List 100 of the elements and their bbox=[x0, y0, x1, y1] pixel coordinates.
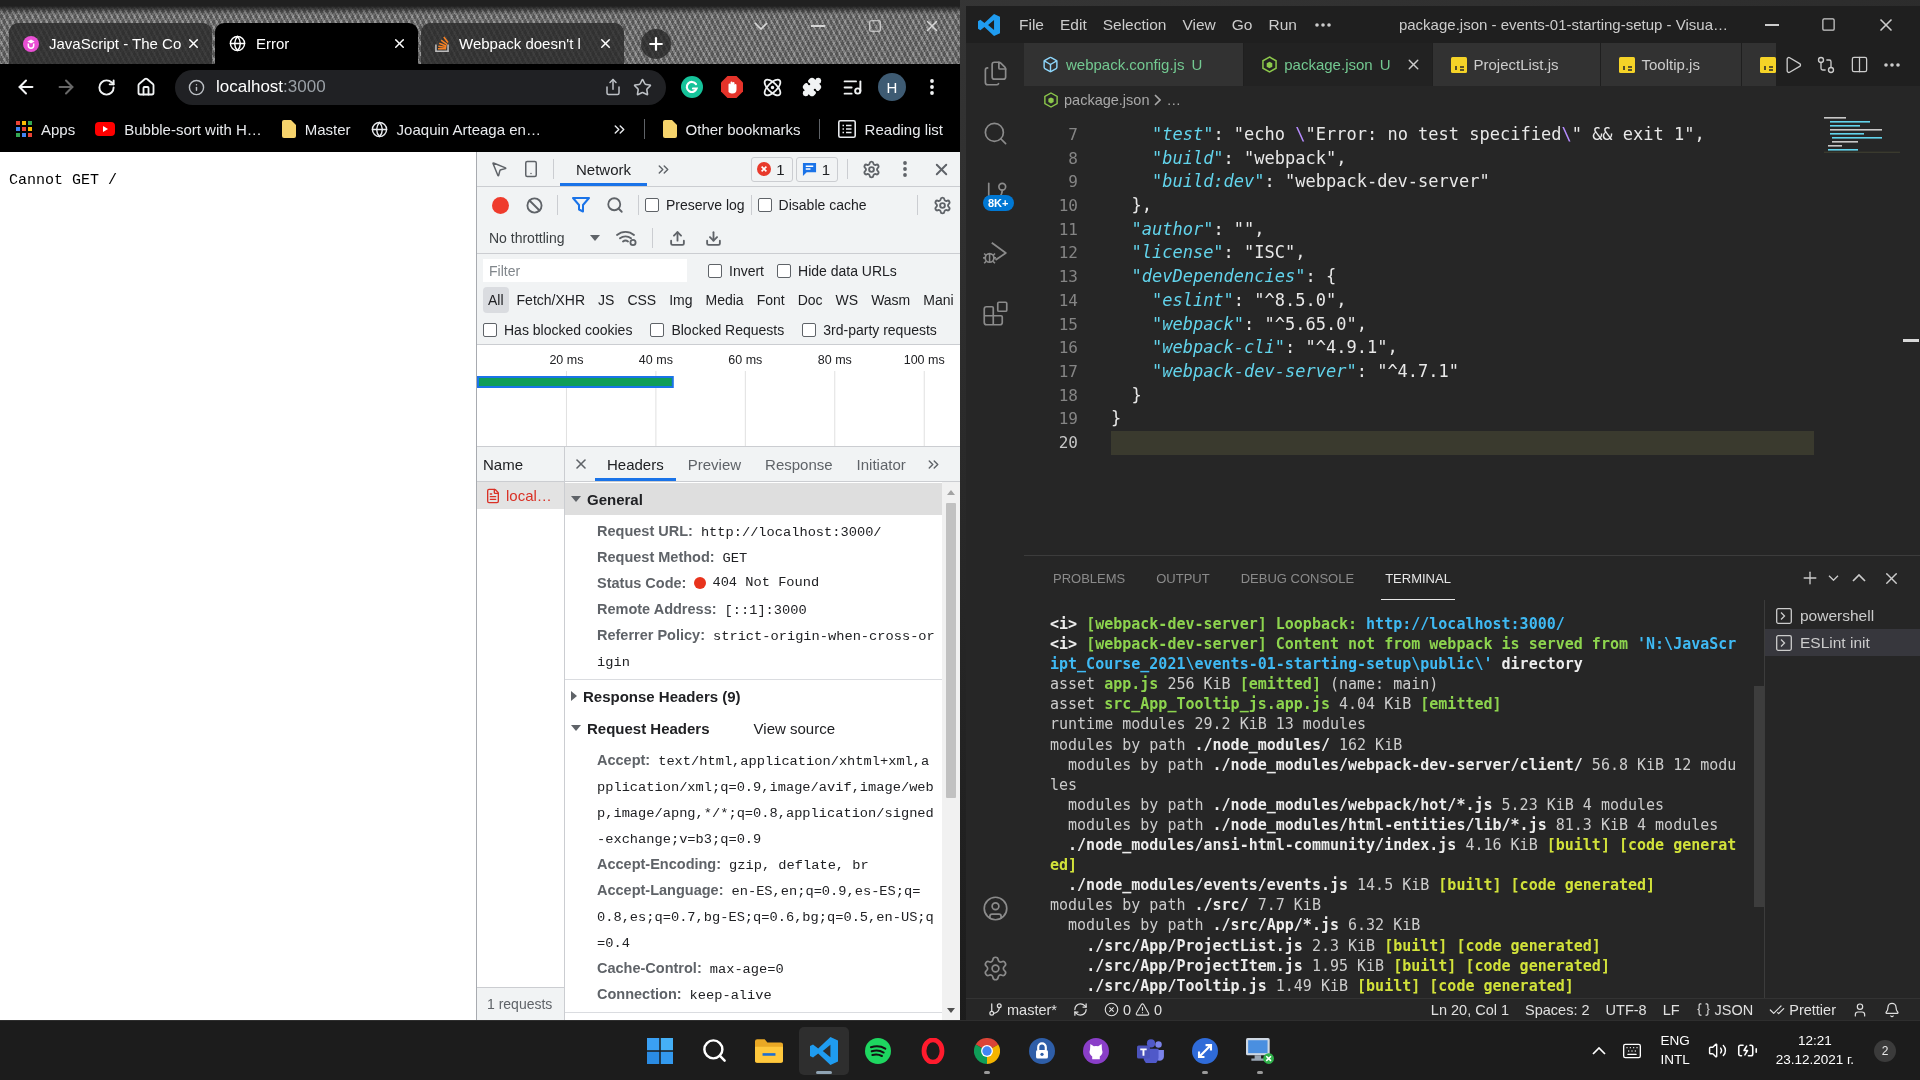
file-icon bbox=[1618, 56, 1635, 73]
bookmark[interactable]: Master bbox=[273, 114, 359, 144]
editor-tab[interactable] bbox=[1741, 43, 1777, 86]
status-item[interactable]: Ln 20, Col 1 bbox=[1422, 999, 1518, 1020]
type-filter[interactable]: Media bbox=[700, 287, 749, 313]
type-filter[interactable]: CSS bbox=[622, 287, 662, 313]
panel-tab[interactable]: TERMINAL bbox=[1381, 556, 1455, 600]
status-item[interactable]: LF bbox=[1654, 999, 1688, 1020]
view-source-link[interactable]: View source bbox=[753, 719, 835, 737]
pointer-icon bbox=[490, 160, 508, 178]
detail-tab[interactable]: Initiator bbox=[844, 447, 918, 481]
panel-tab[interactable]: OUTPUT bbox=[1152, 556, 1214, 600]
terminal-line: ./node_modules/events/events.js 14.5 KiB [built] [code generated] bbox=[1068, 875, 1656, 896]
type-filter[interactable]: Mani bbox=[918, 287, 959, 313]
terminal-line: asset src_App_Tooltip_js.app.js 4.04 KiB [emitted] bbox=[1050, 694, 1502, 715]
terminal-line: modules by path ./src/ 7.7 KiB bbox=[1050, 895, 1321, 916]
type-filter[interactable]: All bbox=[483, 287, 509, 313]
menu-item[interactable]: Edit bbox=[1052, 9, 1095, 40]
activity-button[interactable]: 8K+ bbox=[966, 163, 1024, 223]
code-line: "build:dev": "webpack-dev-server" bbox=[1151, 170, 1490, 194]
status-item[interactable]: Spaces: 2 bbox=[1517, 999, 1598, 1020]
breadcrumb-item[interactable]: package.json bbox=[1044, 91, 1150, 108]
clock[interactable]: 12:21 23.12.2021 г. bbox=[1767, 1028, 1862, 1073]
checkbox[interactable] bbox=[757, 198, 772, 212]
menu-item[interactable]: File bbox=[1011, 9, 1052, 40]
scrollbar[interactable] bbox=[942, 482, 960, 1020]
checkbox-label[interactable]: Disable cache bbox=[778, 197, 867, 213]
type-filter[interactable]: WS bbox=[830, 287, 864, 313]
shell-session-item[interactable]: powershell bbox=[1765, 602, 1920, 629]
notification-badge[interactable]: 2 bbox=[1874, 1039, 1896, 1062]
messages-button[interactable]: 1 bbox=[795, 156, 838, 182]
browser-tab[interactable]: Error bbox=[215, 23, 418, 64]
address-bar[interactable]: localhost:3000 bbox=[175, 69, 666, 105]
status-item[interactable]: UTF-8 bbox=[1597, 999, 1655, 1020]
prompt-box-icon bbox=[1776, 634, 1792, 651]
browser-tab[interactable]: JavaScript - The Co bbox=[9, 23, 212, 64]
terminal-line: ed] bbox=[1050, 855, 1078, 876]
checkbox-label[interactable]: Invert bbox=[729, 262, 764, 279]
checkbox-label[interactable]: Preserve log bbox=[666, 197, 745, 213]
type-filter[interactable]: Font bbox=[751, 287, 790, 313]
checkbox[interactable] bbox=[645, 198, 659, 212]
checkbox[interactable] bbox=[777, 263, 791, 278]
minimize-icon bbox=[1764, 23, 1779, 26]
menu-item[interactable]: View bbox=[1174, 9, 1224, 40]
editor-tab[interactable]: webpack.config.js U bbox=[1024, 43, 1245, 86]
type-filter[interactable]: Img bbox=[664, 287, 698, 313]
errors-button[interactable]: 1 bbox=[751, 156, 793, 182]
profile-button[interactable]: H bbox=[878, 73, 906, 101]
checkbox-label[interactable]: 3rd-party requests bbox=[823, 322, 937, 338]
editor-tab[interactable]: ProjectList.js bbox=[1432, 43, 1601, 86]
request-row[interactable]: local… bbox=[477, 482, 564, 509]
person-icon bbox=[1852, 1001, 1868, 1018]
type-filter[interactable]: Doc bbox=[792, 287, 828, 313]
checkbox[interactable] bbox=[802, 323, 817, 337]
section-header[interactable]: Response Headers (9) bbox=[565, 680, 747, 712]
language-indicator[interactable]: ENG INTL bbox=[1652, 1028, 1698, 1073]
breadcrumb-item[interactable]: … bbox=[1166, 91, 1181, 108]
type-filter[interactable]: Wasm bbox=[866, 287, 916, 313]
taskbar-app-button[interactable] bbox=[798, 1026, 849, 1075]
panel-tab[interactable]: DEBUG CONSOLE bbox=[1236, 556, 1359, 600]
checkbox-label[interactable]: Has blocked cookies bbox=[504, 322, 633, 338]
checkbox[interactable] bbox=[650, 323, 665, 337]
panel-tab[interactable]: PROBLEMS bbox=[1049, 556, 1130, 600]
menu-item[interactable]: Selection bbox=[1094, 9, 1175, 40]
window-title: package.json - events-01-starting-setup - Visua… bbox=[1398, 16, 1728, 33]
message-icon bbox=[801, 161, 817, 177]
prompt-box-icon bbox=[1776, 607, 1792, 624]
checkbox-label[interactable]: Blocked Requests bbox=[671, 322, 785, 338]
bookmark-folder[interactable]: Other bookmarks bbox=[654, 114, 809, 144]
sync-icon bbox=[1072, 1002, 1088, 1017]
line-number: 15 bbox=[1057, 313, 1078, 336]
formatter-button[interactable]: Prettier bbox=[1761, 999, 1844, 1020]
arrows-circle-icon bbox=[1192, 1037, 1219, 1064]
shell-session-item[interactable]: ESLint init bbox=[1765, 629, 1920, 656]
bookmark[interactable]: Apps bbox=[8, 114, 84, 144]
branch-button[interactable]: master* bbox=[980, 999, 1065, 1020]
upload-icon bbox=[669, 229, 686, 247]
terminal-line: ./node_modules/ansi-html-community/index.js 4.16 KiB [built] [code generat bbox=[1068, 835, 1737, 856]
editor-tab[interactable]: Tooltip.js bbox=[1600, 43, 1742, 86]
phone-icon bbox=[522, 160, 540, 178]
checkbox-label[interactable]: Hide data URLs bbox=[798, 262, 897, 279]
section-header[interactable]: General bbox=[565, 483, 942, 515]
section-header[interactable]: Request Headers bbox=[565, 712, 716, 744]
type-filter[interactable]: JS bbox=[593, 287, 620, 313]
detail-tab[interactable]: Response bbox=[753, 447, 845, 481]
checkbox[interactable] bbox=[483, 323, 497, 337]
language-button[interactable]: JSON bbox=[1687, 999, 1762, 1020]
reading-list-button[interactable]: Reading list bbox=[829, 114, 951, 144]
checkbox[interactable] bbox=[708, 263, 722, 278]
menu-item[interactable]: Run bbox=[1260, 9, 1305, 40]
problems-button[interactable]: 0 0 bbox=[1095, 999, 1171, 1020]
bookmark[interactable]: Joaquin Arteaga en… bbox=[362, 114, 549, 144]
people-tile-icon bbox=[1136, 1038, 1165, 1063]
type-filter[interactable]: Fetch/XHR bbox=[511, 287, 591, 313]
bookmark[interactable]: Bubble-sort with H… bbox=[87, 114, 270, 144]
browser-tab[interactable]: Webpack doesn't l bbox=[421, 23, 624, 64]
menu-item[interactable]: Go bbox=[1223, 9, 1261, 40]
detail-tab[interactable]: Preview bbox=[675, 447, 754, 481]
new-tab-button[interactable] bbox=[641, 29, 671, 59]
filter-input[interactable]: Filter bbox=[483, 259, 687, 282]
